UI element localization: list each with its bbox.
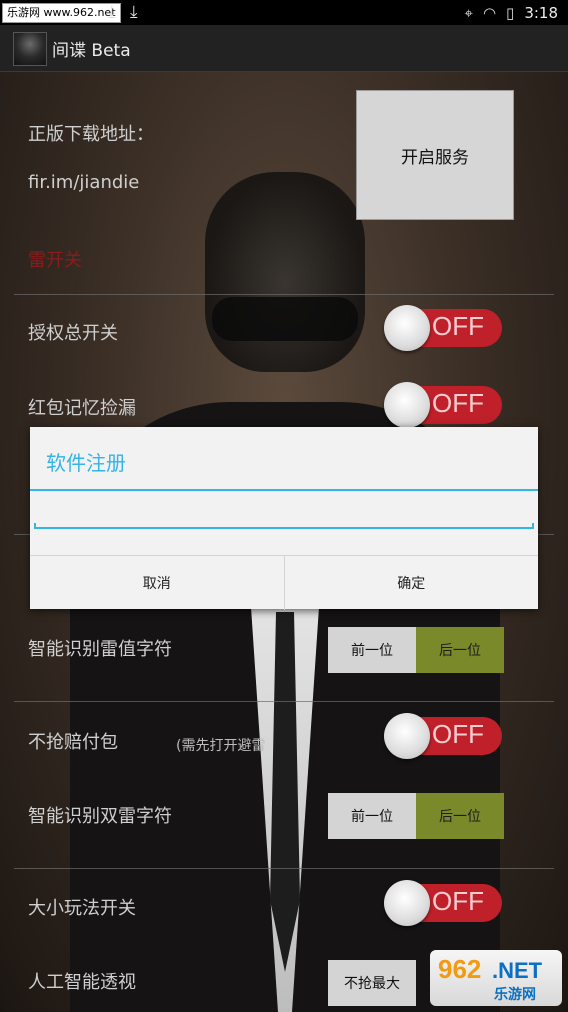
next-digit-button[interactable]: 后一位 — [416, 627, 504, 673]
no-grab-max-button[interactable]: 不抢最大 — [328, 960, 416, 1006]
ai-view-segment: 不抢最大 — [328, 960, 416, 1006]
input-underline-cap — [34, 523, 36, 529]
action-bar: 间谍 Beta — [0, 25, 568, 72]
prev-digit-button[interactable]: 前一位 — [328, 793, 416, 839]
no-grab-pay-note: (需先打开避雷 — [176, 738, 266, 754]
smart-thunder-label: 智能识别雷值字符 — [28, 639, 172, 660]
app-title: 间谍 Beta — [52, 41, 131, 61]
download-label: 正版下载地址： — [28, 124, 154, 145]
divider — [14, 701, 554, 702]
status-bar: 乐游网 www.962.net ⤓ ⤓ ⌖ ◠ ▯ 3:18 — [0, 0, 568, 25]
background-figure-glasses — [212, 297, 358, 341]
wifi-icon: ◠ — [482, 3, 497, 22]
location-icon: ⌖ — [464, 3, 473, 22]
site-watermark: 962 .NET 乐游网 — [430, 950, 562, 1006]
register-code-input[interactable] — [34, 505, 534, 529]
no-grab-pay-toggle[interactable]: OFF — [384, 713, 502, 759]
start-service-button[interactable]: 开启服务 — [356, 90, 514, 220]
download-icon: ⤓ — [108, 2, 116, 22]
redpack-memory-label: 红包记忆捡漏 — [28, 398, 136, 419]
battery-icon: ▯ — [506, 3, 515, 22]
register-dialog: 软件注册 取消 确定 — [30, 427, 538, 610]
dialog-title: 软件注册 — [46, 451, 126, 475]
size-game-toggle[interactable]: OFF — [384, 880, 502, 926]
background-figure-head — [205, 172, 365, 372]
next-digit-button[interactable]: 后一位 — [416, 793, 504, 839]
clock: 3:18 — [524, 3, 558, 22]
ai-view-label: 人工智能透视 — [28, 972, 136, 993]
cancel-button[interactable]: 取消 — [30, 556, 284, 610]
confirm-button[interactable]: 确定 — [283, 556, 539, 610]
app-icon[interactable] — [13, 32, 47, 66]
thunder-switch-label: 雷开关 — [28, 250, 82, 271]
no-grab-pay-label: 不抢赔付包 — [28, 732, 118, 753]
dialog-button-row: 取消 确定 — [30, 555, 538, 610]
size-game-label: 大小玩法开关 — [28, 898, 136, 919]
redpack-memory-toggle[interactable]: OFF — [384, 382, 502, 428]
divider — [14, 868, 554, 869]
smart-thunder-segment: 前一位 后一位 — [328, 627, 504, 673]
download-icon: ⤓ — [130, 2, 138, 22]
divider — [14, 294, 554, 295]
site-badge: 乐游网 www.962.net — [2, 3, 121, 23]
watermark-cn: 乐游网 — [494, 986, 536, 1002]
auth-switch-toggle[interactable]: OFF — [384, 305, 502, 351]
smart-double-label: 智能识别双雷字符 — [28, 806, 172, 827]
dialog-title-divider — [30, 489, 538, 491]
input-underline-cap — [532, 523, 534, 529]
prev-digit-button[interactable]: 前一位 — [328, 627, 416, 673]
watermark-brand: 962 — [438, 954, 482, 984]
smart-double-segment: 前一位 后一位 — [328, 793, 504, 839]
auth-switch-label: 授权总开关 — [28, 323, 118, 344]
download-url: fir.im/jiandie — [28, 172, 140, 193]
watermark-net: .NET — [492, 958, 543, 983]
